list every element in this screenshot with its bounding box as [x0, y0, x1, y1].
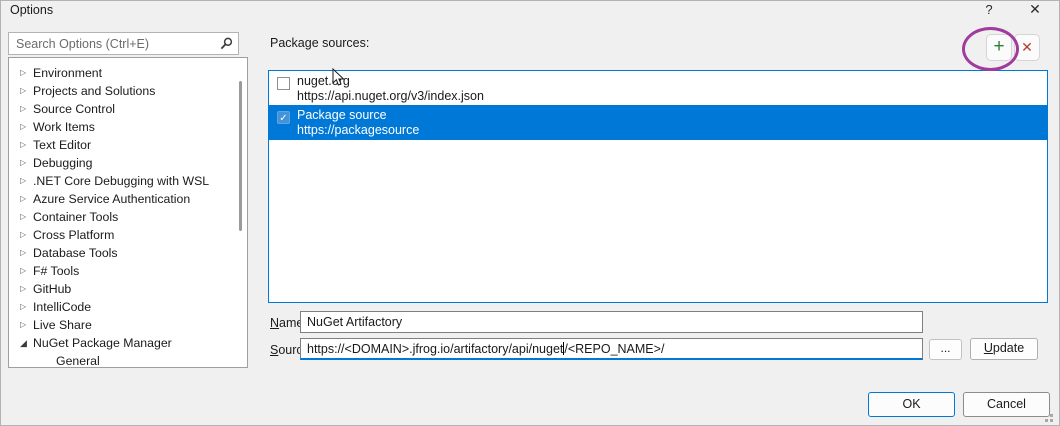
chevron-right-icon[interactable]: ▷ — [20, 316, 33, 334]
sidebar-item-label: Work Items — [33, 120, 95, 134]
sidebar-item-label: GitHub — [33, 282, 72, 296]
tree-scrollbar-thumb[interactable] — [239, 81, 242, 231]
source-value-after-caret: /<REPO_NAME>/ — [564, 342, 665, 356]
source-name: nuget.org — [297, 74, 350, 88]
package-sources-list: nuget.org https://api.nuget.org/v3/index… — [268, 70, 1048, 303]
chevron-right-icon[interactable]: ▷ — [20, 82, 33, 100]
sidebar-item-label: Environment — [33, 66, 103, 80]
sidebar-item-label: Database Tools — [33, 246, 118, 260]
sidebar-item-label: F# Tools — [33, 264, 80, 278]
sidebar-item-label: Text Editor — [33, 138, 92, 152]
chevron-right-icon[interactable]: ▷ — [20, 226, 33, 244]
search-options-box — [8, 32, 239, 55]
sidebar-item-azure-service-authentication[interactable]: ▷ Azure Service Authentication — [9, 190, 247, 208]
chevron-right-icon[interactable]: ▷ — [20, 208, 33, 226]
chevron-right-icon[interactable]: ▷ — [20, 244, 33, 262]
sidebar-item-container-tools[interactable]: ▷ Container Tools — [9, 208, 247, 226]
sidebar-item-label: Projects and Solutions — [33, 84, 156, 98]
source-url: https://api.nuget.org/v3/index.json — [297, 89, 484, 103]
sidebar-item-label: .NET Core Debugging with WSL — [33, 174, 210, 188]
help-icon[interactable]: ? — [981, 2, 997, 18]
sidebar-item-label: Live Share — [33, 318, 92, 332]
sidebar-item-github[interactable]: ▷ GitHub — [9, 280, 247, 298]
sidebar-item-general[interactable]: General — [9, 352, 247, 368]
sidebar-item-label: Source Control — [33, 102, 116, 116]
chevron-right-icon[interactable]: ▷ — [20, 136, 33, 154]
package-sources-label: Package sources: — [270, 36, 370, 50]
sidebar-item-projects-and-solutions[interactable]: ▷ Projects and Solutions — [9, 82, 247, 100]
sidebar-item-label: General — [56, 354, 100, 368]
chevron-right-icon[interactable]: ▷ — [20, 298, 33, 316]
checkbox-checked[interactable]: ✓ — [277, 111, 290, 124]
sidebar-item-label: Debugging — [33, 156, 93, 170]
checkbox-unchecked[interactable] — [277, 77, 290, 90]
package-source-row-package-source[interactable]: ✓ Package source https://packagesource — [269, 105, 1047, 140]
sidebar-item-fsharp-tools[interactable]: ▷ F# Tools — [9, 262, 247, 280]
source-value-before-caret: https://<DOMAIN>.jfrog.io/artifactory/ap… — [307, 342, 564, 356]
chevron-right-icon[interactable]: ▷ — [20, 280, 33, 298]
sidebar-item-net-core-debugging-with-wsl[interactable]: ▷ .NET Core Debugging with WSL — [9, 172, 247, 190]
chevron-right-icon[interactable]: ▷ — [20, 64, 33, 82]
sidebar-item-cross-platform[interactable]: ▷ Cross Platform — [9, 226, 247, 244]
sidebar-item-source-control[interactable]: ▷ Source Control — [9, 100, 247, 118]
sidebar-item-label: NuGet Package Manager — [33, 336, 172, 350]
chevron-right-icon[interactable]: ▷ — [20, 172, 33, 190]
name-field[interactable] — [300, 311, 923, 333]
search-icon — [220, 37, 233, 50]
sidebar-item-database-tools[interactable]: ▷ Database Tools — [9, 244, 247, 262]
package-source-row-nuget-org[interactable]: nuget.org https://api.nuget.org/v3/index… — [269, 71, 1047, 105]
source-url: https://packagesource — [297, 123, 420, 137]
close-icon[interactable]: ✕ — [1025, 1, 1045, 19]
ok-button[interactable]: OK — [868, 392, 955, 417]
source-name: Package source — [297, 108, 387, 122]
update-button[interactable]: Update — [970, 338, 1038, 360]
sidebar-item-label: IntelliCode — [33, 300, 92, 314]
chevron-expanded-icon[interactable]: ◢ — [20, 334, 33, 352]
sidebar-item-label: Azure Service Authentication — [33, 192, 191, 206]
remove-source-button[interactable]: ✕ — [1014, 34, 1040, 61]
chevron-right-icon[interactable]: ▷ — [20, 100, 33, 118]
sidebar-item-label: Cross Platform — [33, 228, 115, 242]
browse-button[interactable]: ... — [929, 339, 962, 360]
cancel-button[interactable]: Cancel — [963, 392, 1050, 417]
source-field[interactable]: https://<DOMAIN>.jfrog.io/artifactory/ap… — [300, 338, 923, 360]
chevron-right-icon[interactable]: ▷ — [20, 262, 33, 280]
add-source-button[interactable]: + — [986, 34, 1012, 61]
search-input[interactable] — [9, 33, 214, 54]
window-title: Options — [10, 3, 54, 17]
sidebar-item-text-editor[interactable]: ▷ Text Editor — [9, 136, 247, 154]
sidebar-item-nuget-package-manager[interactable]: ◢ NuGet Package Manager — [9, 334, 247, 352]
options-category-tree: ▷ Environment ▷ Projects and Solutions ▷ So… — [8, 57, 248, 368]
sidebar-item-live-share[interactable]: ▷ Live Share — [9, 316, 247, 334]
sidebar-item-label: Container Tools — [33, 210, 119, 224]
chevron-right-icon[interactable]: ▷ — [20, 118, 33, 136]
sidebar-item-work-items[interactable]: ▷ Work Items — [9, 118, 247, 136]
sidebar-item-debugging[interactable]: ▷ Debugging — [9, 154, 247, 172]
sidebar-item-environment[interactable]: ▷ Environment — [9, 64, 247, 82]
sidebar-item-intellicode[interactable]: ▷ IntelliCode — [9, 298, 247, 316]
chevron-right-icon[interactable]: ▷ — [20, 190, 33, 208]
chevron-right-icon[interactable]: ▷ — [20, 154, 33, 172]
